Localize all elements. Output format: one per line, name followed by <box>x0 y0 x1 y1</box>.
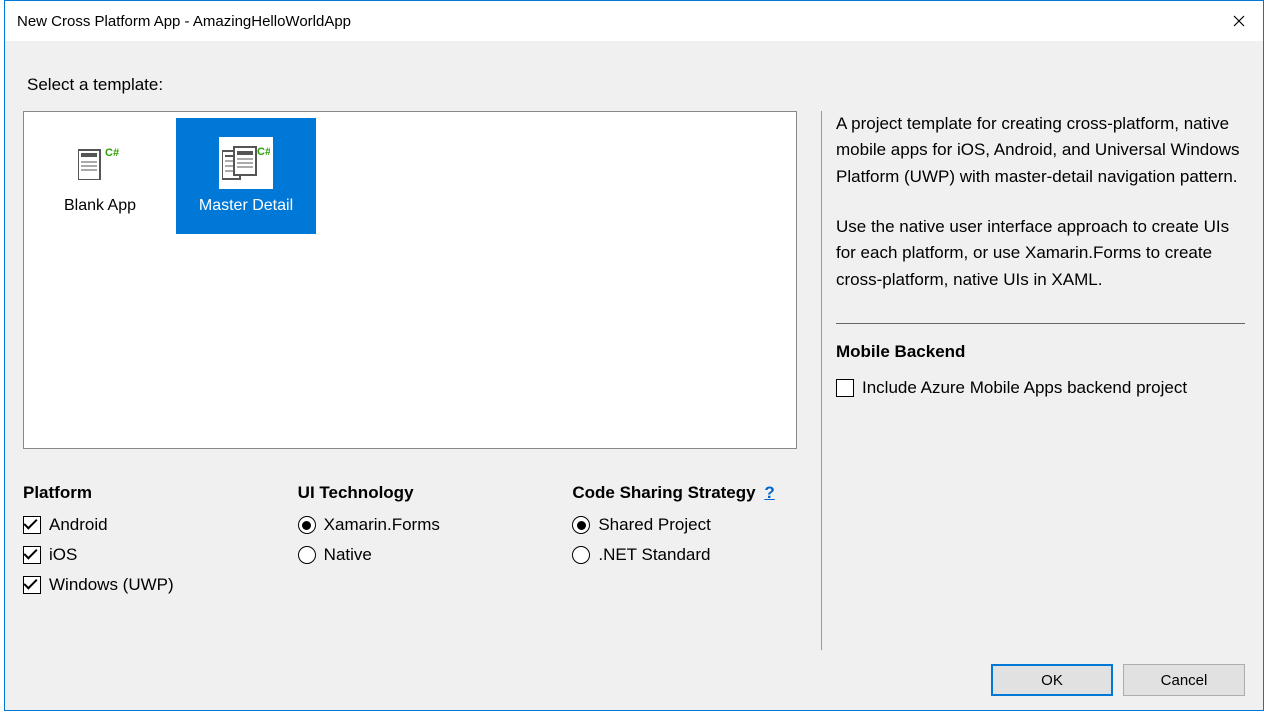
option-label: Xamarin.Forms <box>324 515 440 535</box>
platform-ios[interactable]: iOS <box>23 545 248 565</box>
radio-icon <box>298 546 316 564</box>
radio-icon <box>572 546 590 564</box>
mobile-backend-heading: Mobile Backend <box>836 342 1245 362</box>
radio-icon <box>572 516 590 534</box>
include-azure-backend[interactable]: Include Azure Mobile Apps backend projec… <box>836 378 1245 398</box>
heading-text: Code Sharing Strategy <box>572 483 755 502</box>
option-label: Windows (UWP) <box>49 575 174 595</box>
svg-text:C#: C# <box>257 146 270 158</box>
code-sharing-heading: Code Sharing Strategy ? <box>572 483 797 503</box>
select-template-label: Select a template: <box>27 75 1245 95</box>
code-sharing-shared-project[interactable]: Shared Project <box>572 515 797 535</box>
platform-windows-uwp[interactable]: Windows (UWP) <box>23 575 248 595</box>
divider <box>836 323 1245 324</box>
svg-text:C#: C# <box>105 147 119 159</box>
dialog-title: New Cross Platform App - AmazingHelloWor… <box>17 13 351 30</box>
description-p2: Use the native user interface approach t… <box>836 214 1245 293</box>
platform-heading: Platform <box>23 483 248 503</box>
code-sharing-group: Code Sharing Strategy ? Shared Project .… <box>572 483 797 595</box>
option-label: Shared Project <box>598 515 710 535</box>
ui-tech-native[interactable]: Native <box>298 545 523 565</box>
titlebar: New Cross Platform App - AmazingHelloWor… <box>5 1 1263 41</box>
master-detail-icon: C# <box>219 137 273 189</box>
dialog-buttons: OK Cancel <box>5 650 1263 710</box>
new-cross-platform-app-dialog: New Cross Platform App - AmazingHelloWor… <box>4 0 1264 711</box>
ok-button[interactable]: OK <box>991 664 1113 696</box>
checkbox-icon <box>23 516 41 534</box>
ui-technology-heading: UI Technology <box>298 483 523 503</box>
main-row: C# Blank App <box>23 111 1245 650</box>
template-label: Master Detail <box>199 197 293 215</box>
template-label: Blank App <box>64 197 136 215</box>
option-label: Include Azure Mobile Apps backend projec… <box>862 378 1187 398</box>
template-list: C# Blank App <box>23 111 797 449</box>
platform-group: Platform Android iOS <box>23 483 248 595</box>
ui-technology-group: UI Technology Xamarin.Forms Native <box>298 483 523 595</box>
code-sharing-net-standard[interactable]: .NET Standard <box>572 545 797 565</box>
radio-icon <box>298 516 316 534</box>
cancel-button[interactable]: Cancel <box>1123 664 1245 696</box>
option-label: .NET Standard <box>598 545 710 565</box>
option-label: iOS <box>49 545 77 565</box>
template-blank-app[interactable]: C# Blank App <box>30 118 170 234</box>
template-description: A project template for creating cross-pl… <box>836 111 1245 317</box>
left-column: C# Blank App <box>23 111 797 650</box>
template-master-detail[interactable]: C# Master Detail <box>176 118 316 234</box>
checkbox-icon <box>23 546 41 564</box>
right-column: A project template for creating cross-pl… <box>821 111 1245 650</box>
close-icon <box>1233 15 1245 27</box>
option-label: Native <box>324 545 372 565</box>
dialog-body: Select a template: C# <box>5 41 1263 650</box>
close-button[interactable] <box>1215 1 1263 41</box>
description-p1: A project template for creating cross-pl… <box>836 111 1245 190</box>
options-row: Platform Android iOS <box>23 483 797 595</box>
checkbox-icon <box>23 576 41 594</box>
blank-app-icon: C# <box>73 137 127 189</box>
ui-tech-xamarin-forms[interactable]: Xamarin.Forms <box>298 515 523 535</box>
option-label: Android <box>49 515 108 535</box>
help-link[interactable]: ? <box>764 483 774 502</box>
platform-android[interactable]: Android <box>23 515 248 535</box>
checkbox-icon <box>836 379 854 397</box>
